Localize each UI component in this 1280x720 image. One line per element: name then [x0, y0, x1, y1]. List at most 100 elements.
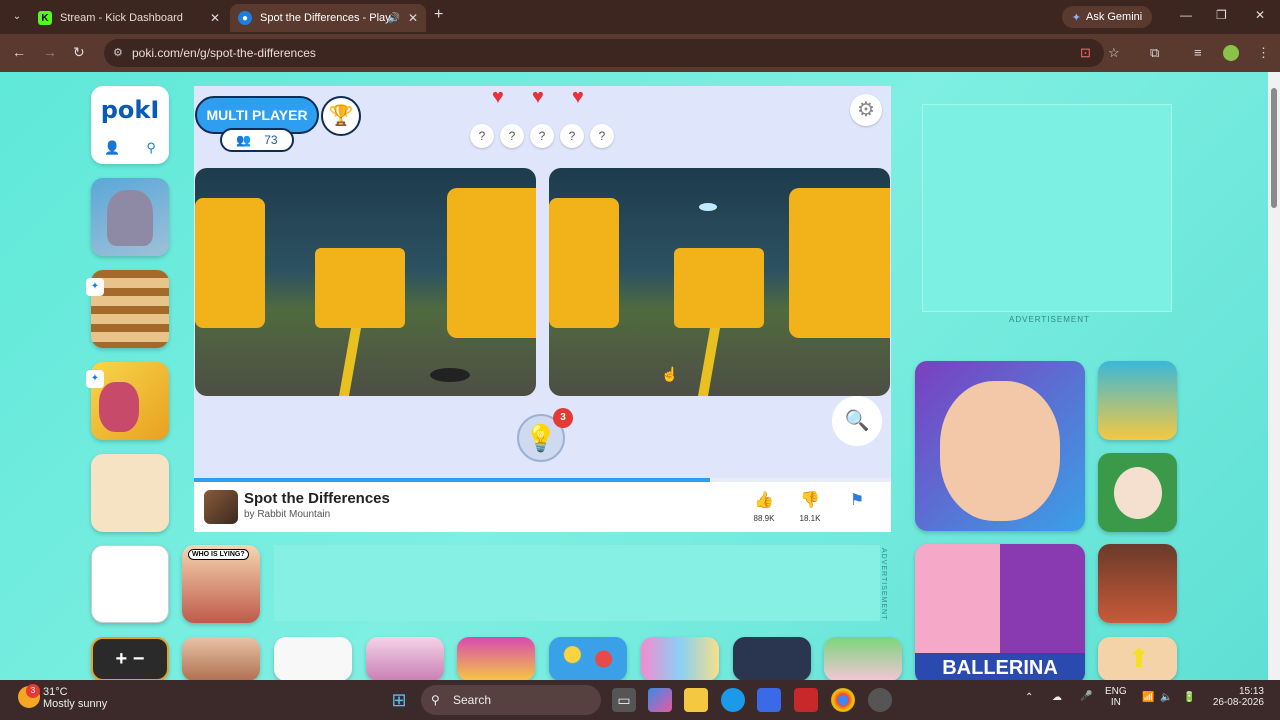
tray-overflow-icon[interactable]: ⌃	[1025, 692, 1033, 703]
multiplayer-badge-icon: ✦	[86, 278, 104, 296]
game-tile-rainbow-hair[interactable]	[641, 637, 719, 680]
game-tile-who-is-lying[interactable]: WHO IS LYING?	[182, 545, 260, 623]
advertisement-label-vertical: ADVERTISEMENT	[880, 548, 887, 621]
game-tile-scary-teacher[interactable]	[1098, 544, 1177, 623]
extensions-icon[interactable]: ⧉	[1150, 45, 1159, 61]
game-tile-detective[interactable]	[1098, 453, 1177, 532]
media-controls-icon[interactable]: ≡	[1194, 45, 1202, 60]
zoom-button[interactable]: 🔍	[832, 396, 882, 446]
game-tile-fashion[interactable]	[824, 637, 902, 680]
copilot-icon[interactable]	[648, 688, 672, 712]
bookmark-star-icon[interactable]: ☆	[1108, 45, 1120, 61]
windows-start-icon[interactable]: ⊞	[387, 688, 411, 712]
file-explorer-icon[interactable]	[684, 688, 708, 712]
players-icon: 👥	[236, 133, 252, 147]
minimize-icon[interactable]: —	[1180, 8, 1192, 22]
battery-icon[interactable]: 🔋	[1183, 692, 1195, 703]
close-tab-icon[interactable]: ✕	[210, 11, 220, 25]
report-button[interactable]: ⚑	[837, 490, 877, 514]
game-tile-ballerina[interactable]: BALLERINA	[915, 544, 1085, 680]
wifi-icon[interactable]: 📶	[1142, 692, 1154, 703]
browser-toolbar: ← → ↻ ⚙ poki.com/en/g/spot-the-differenc…	[0, 34, 1280, 72]
like-count: 88.9K	[753, 514, 775, 523]
edge-icon[interactable]	[721, 688, 745, 712]
tab-spot-the-differences[interactable]: ● Spot the Differences - Play 🔊 ✕	[230, 4, 426, 32]
flag-icon: ⚑	[849, 492, 865, 509]
difference-slot: ?	[500, 124, 524, 148]
thumbs-up-icon: 👍	[754, 492, 774, 509]
trophy-icon[interactable]: 🏆	[321, 96, 361, 136]
advertisement-banner[interactable]	[274, 545, 880, 621]
difference-slot: ?	[560, 124, 584, 148]
heart-icon: ♥	[532, 86, 544, 108]
language-indicator[interactable]: ENG IN	[1105, 686, 1127, 708]
settings-gear-icon[interactable]: ⚙	[850, 94, 882, 126]
weather-widget[interactable]: 31°C Mostly sunny	[43, 686, 107, 710]
game-tile-pigeon[interactable]	[91, 178, 169, 256]
game-tile-faces-connect[interactable]	[91, 454, 169, 532]
close-window-icon[interactable]: ✕	[1255, 8, 1265, 22]
lang-top: ENG	[1105, 686, 1127, 697]
task-view-icon[interactable]: ▭	[612, 688, 636, 712]
scrollbar-thumb[interactable]	[1271, 88, 1277, 208]
forward-icon[interactable]: →	[43, 44, 57, 60]
like-button[interactable]: 👍 88.9K	[744, 490, 784, 523]
page-scrollbar[interactable]	[1268, 72, 1280, 680]
clock[interactable]: 15:13 26-08-2026	[1208, 686, 1264, 708]
restore-icon[interactable]: ❐	[1216, 8, 1227, 22]
ballerina-label: BALLERINA	[915, 653, 1085, 680]
address-bar[interactable]: ⚙ poki.com/en/g/spot-the-differences	[104, 39, 1104, 67]
reload-icon[interactable]: ↻	[73, 44, 85, 61]
close-tab-icon[interactable]: ✕	[408, 11, 418, 25]
mcafee-icon[interactable]	[794, 688, 818, 712]
onedrive-icon[interactable]: ☁	[1052, 692, 1062, 703]
game-tile-lips-coloring[interactable]	[91, 545, 169, 623]
game-tile-bubble-shooter[interactable]	[549, 637, 627, 680]
back-icon[interactable]: ←	[12, 44, 26, 60]
microphone-icon[interactable]: 🎤	[1080, 691, 1092, 702]
game-tile-dressup[interactable]	[366, 637, 444, 680]
game-tile-bee-coloring[interactable]	[274, 637, 352, 680]
search-label: Search	[453, 693, 492, 707]
install-app-icon[interactable]: ⊡	[1080, 45, 1091, 61]
poki-logo[interactable]: pokI	[91, 96, 169, 124]
tab-title: Spot the Differences - Play	[260, 12, 391, 24]
game-tile-arrow-puzzle[interactable]: ⬆	[1098, 637, 1177, 680]
speaker-icon[interactable]: 🔊	[388, 13, 400, 24]
advertisement-label: ADVERTISEMENT	[1009, 315, 1090, 324]
menu-dots-icon[interactable]: ⋮	[1257, 45, 1270, 61]
ask-gemini-button[interactable]: ✦ Ask Gemini	[1062, 6, 1152, 28]
scene-right-image[interactable]: ☝	[549, 168, 890, 396]
date: 26-08-2026	[1212, 697, 1264, 708]
volume-icon[interactable]: 🔈	[1160, 692, 1172, 703]
dislike-button[interactable]: 👎 18.1K	[790, 490, 830, 523]
game-tile-racing[interactable]	[733, 637, 811, 680]
browser-tab-bar: ⌄ K Stream - Kick Dashboard ✕ ● Spot the…	[0, 0, 1280, 34]
new-tab-button[interactable]: +	[434, 6, 443, 24]
game-load-progress	[194, 478, 891, 482]
game-tile-fish-rescue[interactable]	[1098, 361, 1177, 440]
obs-icon[interactable]	[868, 688, 892, 712]
game-tile-calculator[interactable]: + −	[91, 637, 169, 680]
search-icon: ⚲	[431, 693, 440, 707]
heart-icon: ♥	[492, 86, 504, 108]
game-author[interactable]: by Rabbit Mountain	[244, 509, 330, 520]
thumbs-down-icon: 👎	[800, 492, 820, 509]
tab-search-dropdown-icon[interactable]: ⌄	[8, 8, 26, 26]
advertisement-box[interactable]	[922, 104, 1172, 312]
poki-logo-card[interactable]: pokI 👤 ⚲	[91, 86, 169, 164]
user-icon[interactable]: 👤	[104, 140, 120, 156]
chrome-icon[interactable]	[831, 688, 855, 712]
heart-icon: ♥	[572, 86, 584, 108]
store-icon[interactable]	[757, 688, 781, 712]
tab-kick-dashboard[interactable]: K Stream - Kick Dashboard ✕	[30, 4, 228, 32]
game-tile-makeup[interactable]	[182, 637, 260, 680]
search-icon[interactable]: ⚲	[146, 140, 156, 156]
site-info-icon[interactable]: ⚙	[113, 39, 123, 67]
scene-left-image[interactable]	[195, 168, 536, 396]
taskbar-search[interactable]: ⚲ Search	[421, 685, 601, 715]
profile-avatar[interactable]	[1223, 45, 1239, 61]
game-tile-face-puzzle[interactable]	[915, 361, 1085, 531]
game-tile-princess[interactable]	[457, 637, 535, 680]
game-frame[interactable]: MULTI PLAYER 🏆 👥 73 ♥ ♥ ♥ ? ? ? ? ? ⚙ ☝ …	[194, 86, 891, 478]
